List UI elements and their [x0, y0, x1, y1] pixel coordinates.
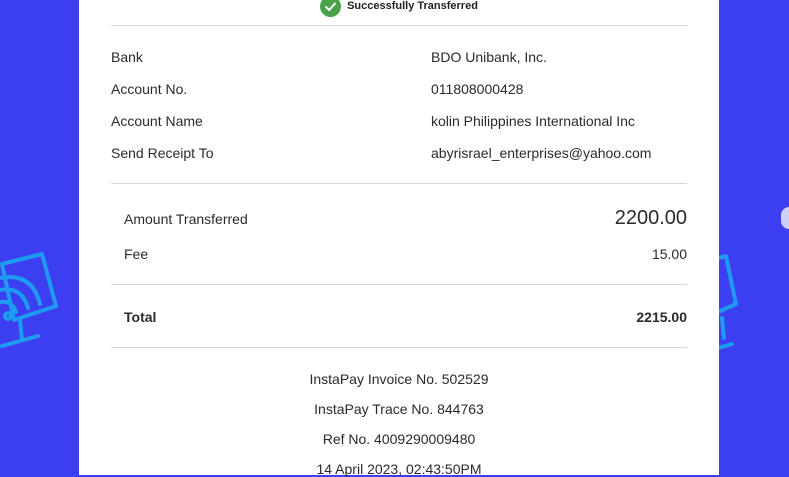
divider	[111, 347, 687, 348]
divider	[111, 25, 687, 26]
divider	[111, 284, 687, 285]
total-label: Total	[124, 309, 157, 325]
total-value: 2215.00	[636, 309, 687, 325]
instapay-invoice-number: InstaPay Invoice No. 502529	[309, 371, 489, 387]
amount-transferred-label: Amount Transferred	[124, 211, 248, 227]
reference-number: Ref No. 4009290009480	[322, 431, 476, 447]
amount-transferred-value: 2200.00	[614, 207, 687, 229]
bank-value: BDO Unibank, Inc.	[431, 49, 547, 65]
status-text: Successfully Transferred	[347, 0, 478, 12]
transfer-status: Successfully Transferred	[79, 0, 719, 18]
side-handle-decoration	[781, 207, 789, 229]
monitor-wifi-decoration-icon	[0, 252, 58, 348]
bank-label: Bank	[111, 49, 143, 65]
account-name-label: Account Name	[111, 113, 203, 129]
check-circle-icon	[320, 0, 342, 17]
receipt-card: Successfully Transferred Bank BDO Uniban…	[79, 0, 719, 477]
fee-value: 15.00	[651, 246, 687, 262]
send-receipt-value: abyrisrael_enterprises@yahoo.com	[431, 145, 652, 161]
send-receipt-label: Send Receipt To	[111, 145, 214, 161]
divider	[111, 183, 687, 184]
monitor-decoration-icon	[718, 254, 738, 350]
account-no-value: 011808000428	[431, 81, 524, 97]
fee-label: Fee	[124, 246, 149, 262]
account-no-label: Account No.	[111, 81, 188, 97]
instapay-trace-number: InstaPay Trace No. 844763	[314, 401, 484, 417]
account-name-value: kolin Philippines International Inc	[431, 113, 635, 129]
